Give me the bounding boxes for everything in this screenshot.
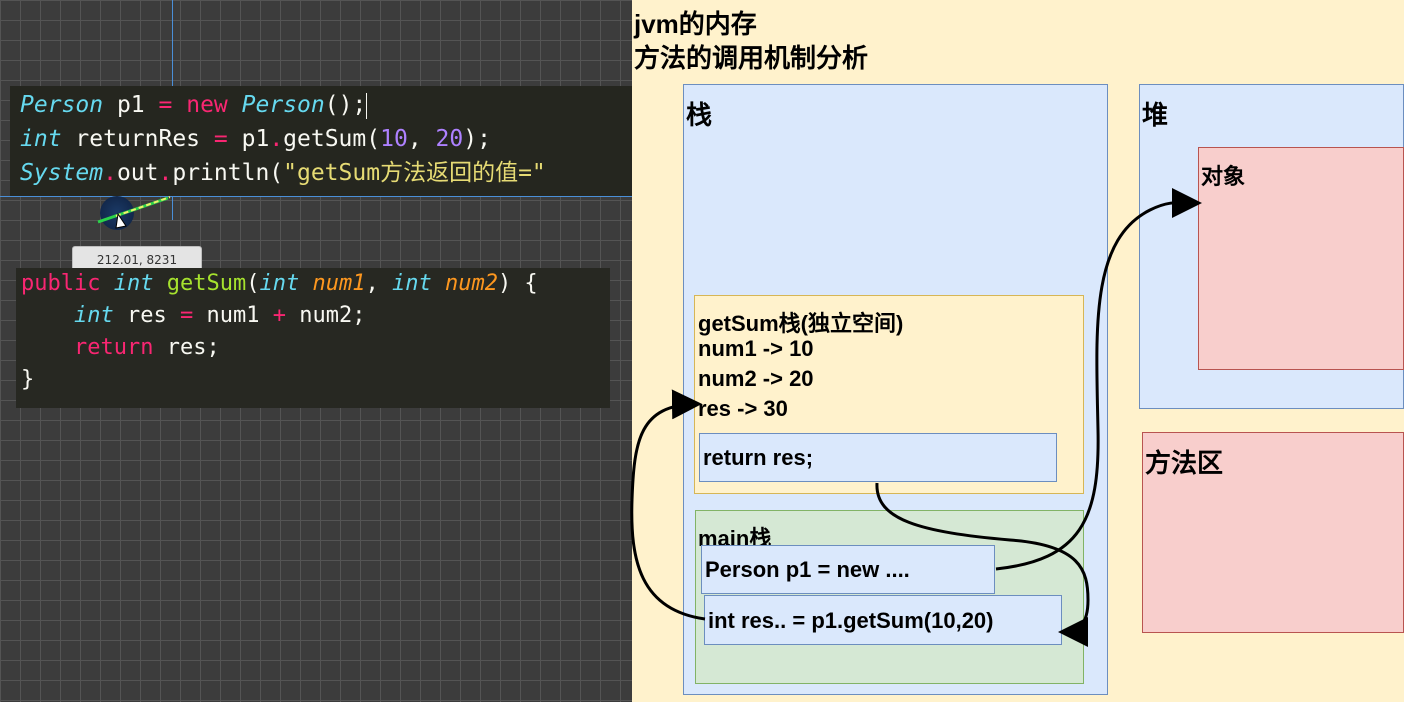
heap-label: 堆 [1142,100,1169,130]
code-token: , [407,126,436,152]
code-token: getSum [166,271,247,296]
method-area: 方法区 [1142,432,1404,633]
text-caret [366,92,368,119]
code-token: (); [324,92,367,118]
code-token: new [186,92,228,118]
code-token: return [73,335,154,360]
method-area-label: 方法区 [1145,448,1224,478]
getsum-frame-title: getSum栈(独立空间) [698,311,904,336]
main-stack-frame: main栈 Person p1 = new .... int res.. = p… [695,510,1084,684]
main-stmt-new-person: Person p1 = new .... [705,557,910,582]
code-snippet-getsum: public int getSum(int num1, int num2) { … [16,268,610,408]
code-token: getSum( [283,126,381,152]
main-stmt-new-person-box: Person p1 = new .... [701,545,995,594]
getsum-var-num2: num2 -> 20 [698,366,814,391]
code-token: } [21,367,35,392]
code-token: returnRes [75,126,201,152]
code-token: out [116,160,159,186]
code-token: = [179,303,194,328]
code-token: p1 [116,92,145,118]
main-stmt-call-getsum-box: int res.. = p1.getSum(10,20) [704,595,1062,645]
code-token: num1 [206,303,260,328]
code-token: ); [463,126,491,152]
guide-line-horizontal [0,196,632,197]
object-label: 对象 [1201,164,1246,189]
code-token: = [158,92,173,118]
code-token: int [391,271,432,296]
code-token: res; [166,335,220,360]
code-snippet-main: Person p1 = new Person(); int returnRes … [10,86,660,196]
code-token: ) { [497,271,538,296]
pen-stroke-icon [97,196,171,229]
code-token: num2; [299,303,366,328]
code-token: System [20,160,104,186]
editor-canvas: Person p1 = new Person(); int returnRes … [0,0,660,702]
code-token: num1 [312,271,366,296]
code-token: int [259,271,300,296]
getsum-var-res: res -> 30 [698,396,788,421]
code-token: num2 [444,271,498,296]
code-token: p1 [241,126,270,152]
getsum-var-num1: num1 -> 10 [698,336,814,361]
code-token: ( [246,271,260,296]
jvm-memory-diagram: jvm的内存 方法的调用机制分析 栈 getSum栈(独立空间) num1 ->… [632,0,1404,702]
heap-object: 对象 [1198,147,1404,370]
code-token: res [126,303,167,328]
getsum-stack-frame: getSum栈(独立空间) num1 -> 10 num2 -> 20 res … [694,295,1084,494]
main-stmt-call-getsum: int res.. = p1.getSum(10,20) [708,608,994,633]
diagram-title-line2: 方法的调用机制分析 [634,43,869,73]
code-token: "getSum方法返回的值=" [283,160,546,186]
code-token: + [272,303,286,328]
code-token: int [73,303,114,328]
code-token: , [365,271,392,296]
diagram-title-line1: jvm的内存 [634,9,757,39]
return-statement-box: return res; [699,433,1057,482]
code-token: int [113,271,154,296]
code-token: 10 [380,126,408,152]
return-statement: return res; [703,445,814,470]
code-token: public [21,271,101,296]
code-token: 20 [435,126,464,152]
code-token: println( [172,160,284,186]
code-token: int [20,126,62,152]
code-token: Person [20,92,104,118]
code-token: Person [241,92,325,118]
stack-label: 栈 [686,100,713,130]
code-token: = [213,126,228,152]
